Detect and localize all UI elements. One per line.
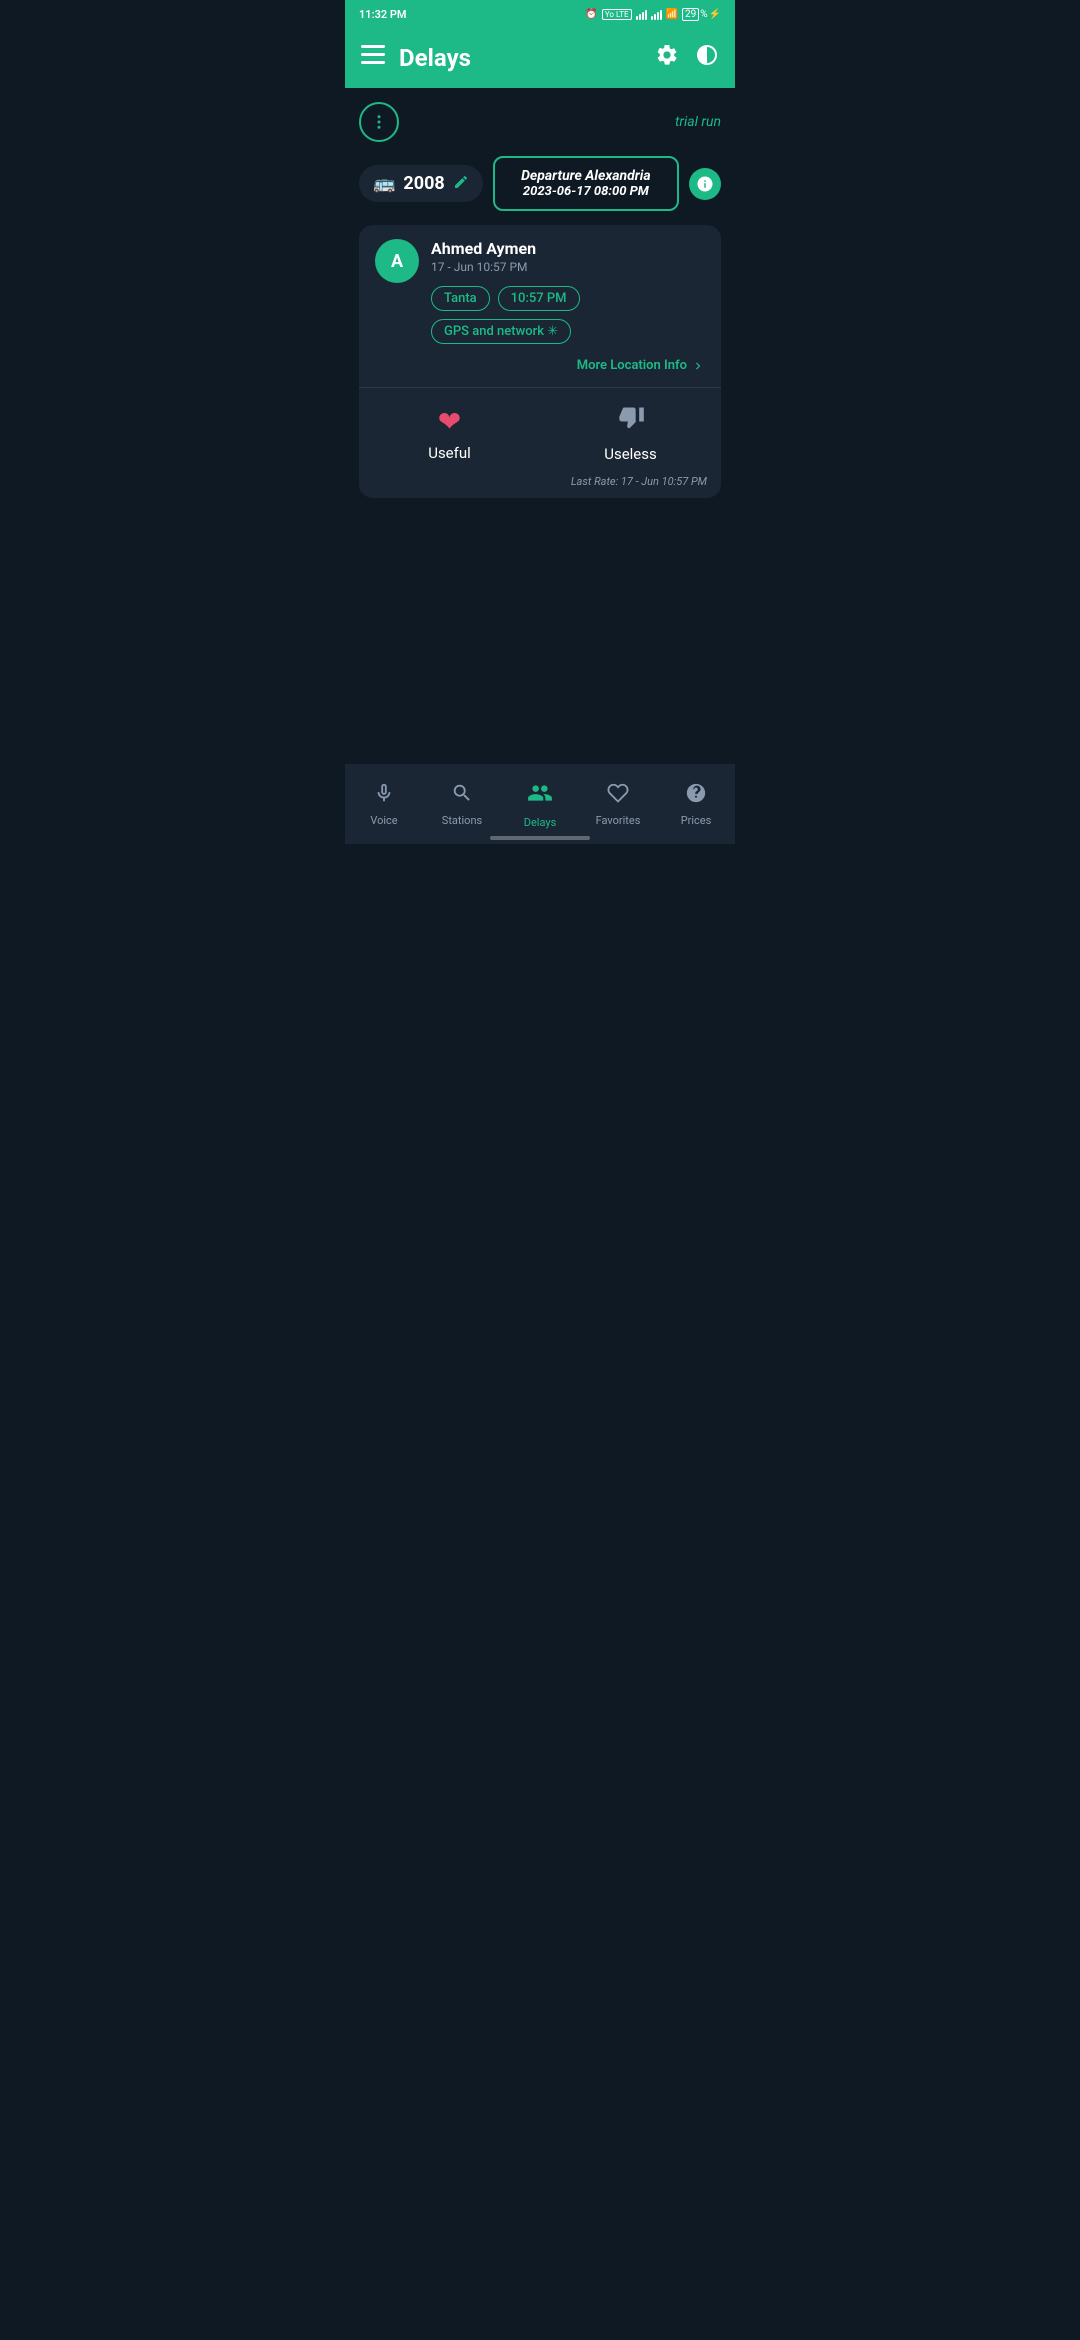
- edit-icon[interactable]: [453, 174, 469, 194]
- voice-nav-icon: [373, 782, 395, 810]
- report-header: A Ahmed Aymen 17 - Jun 10:57 PM Tanta 10…: [359, 225, 721, 388]
- nav-delays[interactable]: Delays: [501, 772, 579, 829]
- wifi-icon: 📶: [666, 9, 678, 20]
- brightness-icon[interactable]: [695, 43, 719, 73]
- report-user-row: A Ahmed Aymen 17 - Jun 10:57 PM Tanta 10…: [375, 239, 705, 373]
- last-rate-text: Last Rate: 17 - Jun 10:57 PM: [359, 475, 721, 498]
- train-info-row: 🚌 2008 Departure Alexandria 2023-06-17 0…: [359, 156, 721, 211]
- useful-button[interactable]: ❤ Useful: [359, 389, 540, 474]
- bottom-nav: Voice Stations Delays Favorites: [345, 764, 735, 844]
- nav-stations[interactable]: Stations: [423, 774, 501, 827]
- home-indicator: [490, 836, 590, 840]
- delays-nav-icon: [527, 780, 553, 812]
- nav-voice[interactable]: Voice: [345, 774, 423, 827]
- menu-button[interactable]: [361, 45, 385, 71]
- delays-nav-label: Delays: [524, 816, 557, 829]
- favorites-nav-icon: [607, 782, 629, 810]
- prices-nav-icon: [685, 782, 707, 810]
- top-row: trial run: [359, 102, 721, 142]
- signal-bars-1: [636, 8, 647, 20]
- report-tags: Tanta 10:57 PM GPS and network ✳: [431, 286, 705, 344]
- trial-run-label: trial run: [675, 114, 721, 130]
- departure-date: 2023-06-17 08:00 PM: [507, 184, 665, 199]
- app-bar-right: [655, 43, 719, 73]
- report-timestamp: 17 - Jun 10:57 PM: [431, 260, 705, 274]
- report-card: A Ahmed Aymen 17 - Jun 10:57 PM Tanta 10…: [359, 225, 721, 498]
- stations-nav-icon: [451, 782, 473, 810]
- main-content: trial run 🚌 2008 Departure Alexandria 20…: [345, 88, 735, 498]
- tag-location[interactable]: Tanta: [431, 286, 490, 311]
- useful-label: Useful: [428, 444, 471, 462]
- info-button[interactable]: [689, 168, 721, 200]
- train-number: 2008: [403, 173, 444, 194]
- battery-icon: 29% ⚡: [682, 8, 721, 21]
- app-title: Delays: [399, 44, 471, 72]
- train-icon: 🚌: [373, 173, 395, 194]
- thumbsdown-icon: [617, 404, 645, 439]
- signal-bars-2: [651, 8, 662, 20]
- useless-label: Useless: [604, 445, 657, 463]
- app-bar-left: Delays: [361, 44, 471, 72]
- status-icons: ⏰ Yo LTE 📶 29% ⚡: [585, 8, 721, 21]
- avatar: A: [375, 239, 419, 283]
- tag-gps[interactable]: GPS and network ✳: [431, 319, 571, 344]
- more-options-button[interactable]: [359, 102, 399, 142]
- more-location-row: More Location Info: [431, 354, 705, 373]
- report-user-name: Ahmed Aymen: [431, 239, 705, 258]
- nav-favorites[interactable]: Favorites: [579, 774, 657, 827]
- nav-prices[interactable]: Prices: [657, 774, 735, 827]
- departure-box[interactable]: Departure Alexandria 2023-06-17 08:00 PM: [493, 156, 679, 211]
- more-location-link[interactable]: More Location Info: [577, 358, 705, 373]
- prices-nav-label: Prices: [681, 814, 712, 827]
- app-bar: Delays: [345, 28, 735, 88]
- useless-button[interactable]: Useless: [540, 388, 721, 475]
- report-user-info: Ahmed Aymen 17 - Jun 10:57 PM Tanta 10:5…: [431, 239, 705, 373]
- train-number-badge: 🚌 2008: [359, 165, 483, 202]
- stations-nav-label: Stations: [442, 814, 482, 827]
- rating-row: ❤ Useful Useless: [359, 388, 721, 475]
- lte-icon: Yo LTE: [602, 9, 632, 20]
- voice-nav-label: Voice: [370, 814, 397, 827]
- heart-icon: ❤: [438, 405, 461, 438]
- status-bar: 11:32 PM ⏰ Yo LTE 📶 29% ⚡: [345, 0, 735, 28]
- status-time: 11:32 PM: [359, 8, 407, 21]
- favorites-nav-label: Favorites: [596, 814, 641, 827]
- departure-title: Departure Alexandria: [507, 168, 665, 184]
- settings-icon[interactable]: [655, 43, 679, 73]
- tag-time[interactable]: 10:57 PM: [498, 286, 580, 311]
- alarm-icon: ⏰: [585, 9, 597, 20]
